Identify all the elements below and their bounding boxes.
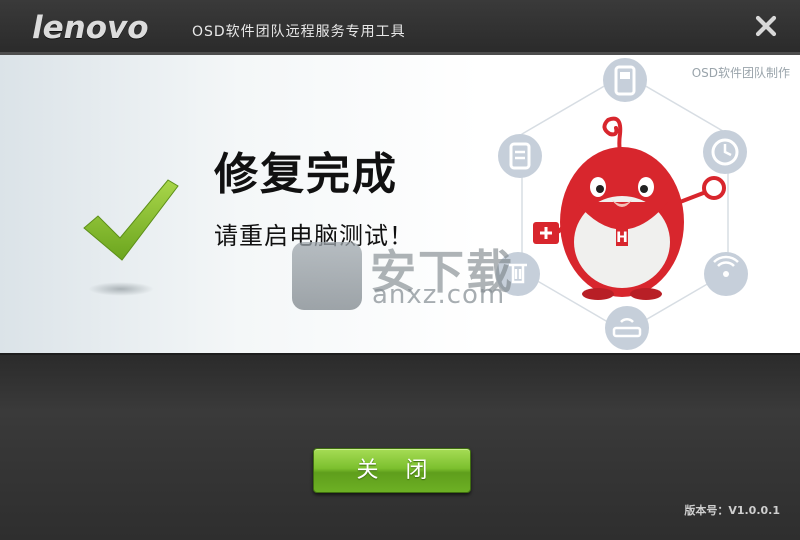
window-title: OSD软件团队远程服务专用工具 — [192, 24, 406, 40]
close-button[interactable]: 关 闭 — [313, 448, 471, 493]
mobile-phone-icon — [603, 58, 647, 102]
router-icon — [605, 306, 649, 350]
version-label: 版本号：V1.0.0.1 — [684, 504, 780, 517]
checkmark-shadow — [88, 282, 154, 296]
wifi-icon — [704, 252, 748, 296]
close-x-icon[interactable] — [754, 14, 778, 38]
clock-icon — [703, 130, 747, 174]
result-panel: OSD软件团队制作 修复完成 请重启电脑测试！ H 安下载 anxz.com — [0, 52, 800, 353]
svg-text:H: H — [616, 230, 628, 246]
app-window: lenovo OSD软件团队远程服务专用工具 OSD软件团队制作 修复完成 请重… — [0, 0, 800, 540]
title-bar[interactable]: lenovo OSD软件团队远程服务专用工具 — [0, 0, 800, 52]
watermark-url: anxz.com — [372, 280, 506, 310]
headline: 修复完成 — [214, 149, 398, 200]
lenovo-logo: lenovo — [32, 10, 149, 46]
magnifier-icon — [679, 176, 726, 204]
clipboard-icon — [498, 134, 542, 178]
footer-bar — [0, 353, 800, 540]
checkmark-icon — [83, 179, 179, 261]
divider — [0, 52, 800, 55]
mascot-illustration: H — [496, 58, 748, 350]
watermark-badge-icon — [292, 242, 362, 310]
